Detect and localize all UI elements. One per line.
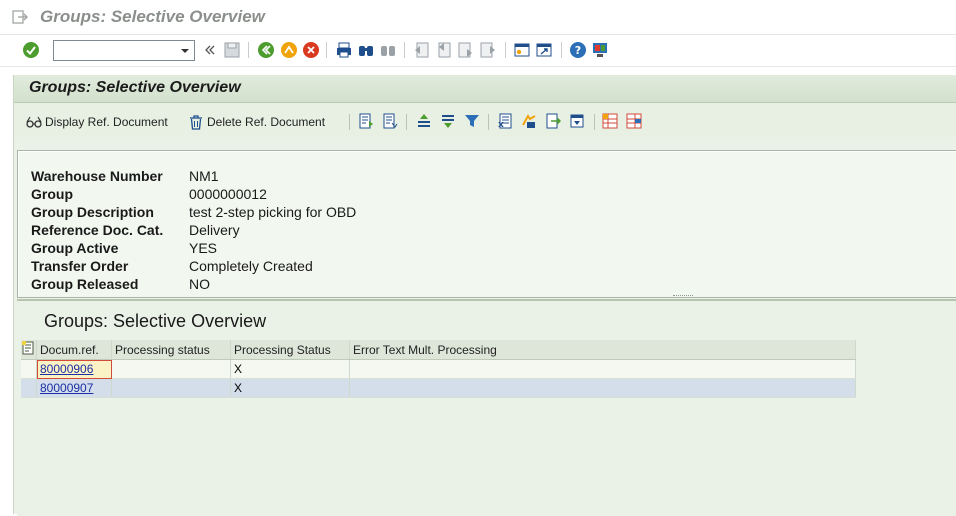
field-label: Group Description xyxy=(31,204,154,220)
docref-link[interactable]: 80000907 xyxy=(40,381,93,395)
header-data-box: Warehouse Number NM1 Group 0000000012 Gr… xyxy=(17,150,956,298)
field-label: Group Active xyxy=(31,240,119,256)
display-ref-document-button[interactable]: Display Ref. Document xyxy=(26,114,168,130)
help-icon[interactable]: ? xyxy=(569,41,587,59)
select-all-icon[interactable] xyxy=(382,113,398,129)
column-header[interactable]: Docum.ref. xyxy=(36,340,112,360)
previous-page-icon[interactable] xyxy=(435,41,453,59)
title-bar: Groups: Selective Overview xyxy=(0,0,956,35)
field-label: Reference Doc. Cat. xyxy=(31,222,164,238)
system-toolbar: ? xyxy=(0,35,956,67)
alv-grid: Docum.ref. Processing status Processing … xyxy=(21,340,856,398)
field-label: Group Released xyxy=(31,276,139,292)
exit-icon[interactable] xyxy=(280,41,298,59)
collapse-tree-icon[interactable] xyxy=(626,113,642,129)
last-page-icon[interactable] xyxy=(479,41,497,59)
error-text-cell xyxy=(349,359,856,379)
window-title: Groups: Selective Overview xyxy=(40,7,265,26)
export-excel-icon[interactable]: x xyxy=(497,113,513,129)
docref-cell[interactable]: 80000906 xyxy=(36,359,112,379)
field-label: Warehouse Number xyxy=(31,168,163,184)
sort-descending-icon[interactable] xyxy=(440,113,456,129)
row-selector[interactable] xyxy=(21,378,37,398)
change-layout-icon[interactable] xyxy=(521,113,537,129)
delete-ref-document-button[interactable]: Delete Ref. Document xyxy=(188,114,325,130)
expand-icon[interactable] xyxy=(602,113,618,129)
alv-container: Groups: Selective Overview Docum.ref. Pr… xyxy=(17,299,956,516)
shortcut-icon[interactable] xyxy=(535,41,553,59)
application-toolbar: Display Ref. Document Delete Ref. Docume… xyxy=(14,103,956,137)
print-preview-icon[interactable] xyxy=(569,113,585,129)
field-value: NO xyxy=(189,276,210,292)
column-header[interactable]: Processing status xyxy=(111,340,231,360)
column-header[interactable]: Processing Status xyxy=(230,340,350,360)
svg-text:x: x xyxy=(498,120,504,129)
first-page-icon[interactable] xyxy=(413,41,431,59)
processing-status-cell xyxy=(111,378,231,398)
next-page-icon[interactable] xyxy=(457,41,475,59)
back-icon[interactable] xyxy=(257,41,275,59)
collapse-icon[interactable] xyxy=(201,41,219,59)
field-value: YES xyxy=(189,240,218,256)
sort-ascending-icon[interactable] xyxy=(416,113,432,129)
trash-icon xyxy=(190,115,202,130)
find-icon[interactable] xyxy=(357,41,375,59)
field-value: Completely Created xyxy=(189,258,313,274)
table-row[interactable]: 80000907 X xyxy=(21,378,856,398)
create-session-icon[interactable] xyxy=(513,41,531,59)
field-value: Delivery xyxy=(189,222,240,238)
main-panel: Groups: Selective Overview Display Ref. … xyxy=(13,75,956,516)
column-header[interactable]: Error Text Mult. Processing xyxy=(349,340,856,360)
enter-icon[interactable] xyxy=(22,41,40,59)
export-local-icon[interactable] xyxy=(545,113,561,129)
find-next-icon[interactable] xyxy=(379,41,397,59)
field-label: Transfer Order xyxy=(31,258,129,274)
row-selector[interactable] xyxy=(21,359,37,379)
command-dropdown-icon[interactable] xyxy=(176,41,194,60)
field-value: NM1 xyxy=(189,168,219,184)
field-value: test 2-step picking for OBD xyxy=(189,204,357,220)
exit-session-icon[interactable] xyxy=(12,10,28,24)
filter-icon[interactable] xyxy=(464,113,480,129)
command-input[interactable] xyxy=(54,41,178,59)
save-icon[interactable] xyxy=(223,41,241,59)
docref-link[interactable]: 80000906 xyxy=(40,362,93,376)
column-select-icon xyxy=(22,341,34,355)
table-row[interactable]: 80000906 X xyxy=(21,359,856,379)
customize-layout-icon[interactable] xyxy=(591,41,609,59)
delete-ref-document-label: Delete Ref. Document xyxy=(207,115,326,129)
alv-title: Groups: Selective Overview xyxy=(44,311,267,331)
processing-status2-cell: X xyxy=(230,378,350,398)
page-title: Groups: Selective Overview xyxy=(29,79,241,96)
details-icon[interactable] xyxy=(358,113,374,129)
svg-text:?: ? xyxy=(575,44,581,57)
select-all-cell[interactable] xyxy=(21,340,37,360)
print-icon[interactable] xyxy=(335,41,353,59)
field-value: 0000000012 xyxy=(189,186,267,202)
display-ref-document-label: Display Ref. Document xyxy=(45,115,168,129)
processing-status2-cell: X xyxy=(230,359,350,379)
panel-title-bar: Groups: Selective Overview xyxy=(14,75,956,103)
cancel-icon[interactable] xyxy=(302,41,320,59)
table-header-row: Docum.ref. Processing status Processing … xyxy=(21,340,856,360)
docref-cell[interactable]: 80000907 xyxy=(36,378,112,398)
command-field[interactable] xyxy=(53,40,195,61)
processing-status-cell xyxy=(111,359,231,379)
error-text-cell xyxy=(349,378,856,398)
glasses-icon xyxy=(26,116,42,128)
field-label: Group xyxy=(31,186,73,202)
